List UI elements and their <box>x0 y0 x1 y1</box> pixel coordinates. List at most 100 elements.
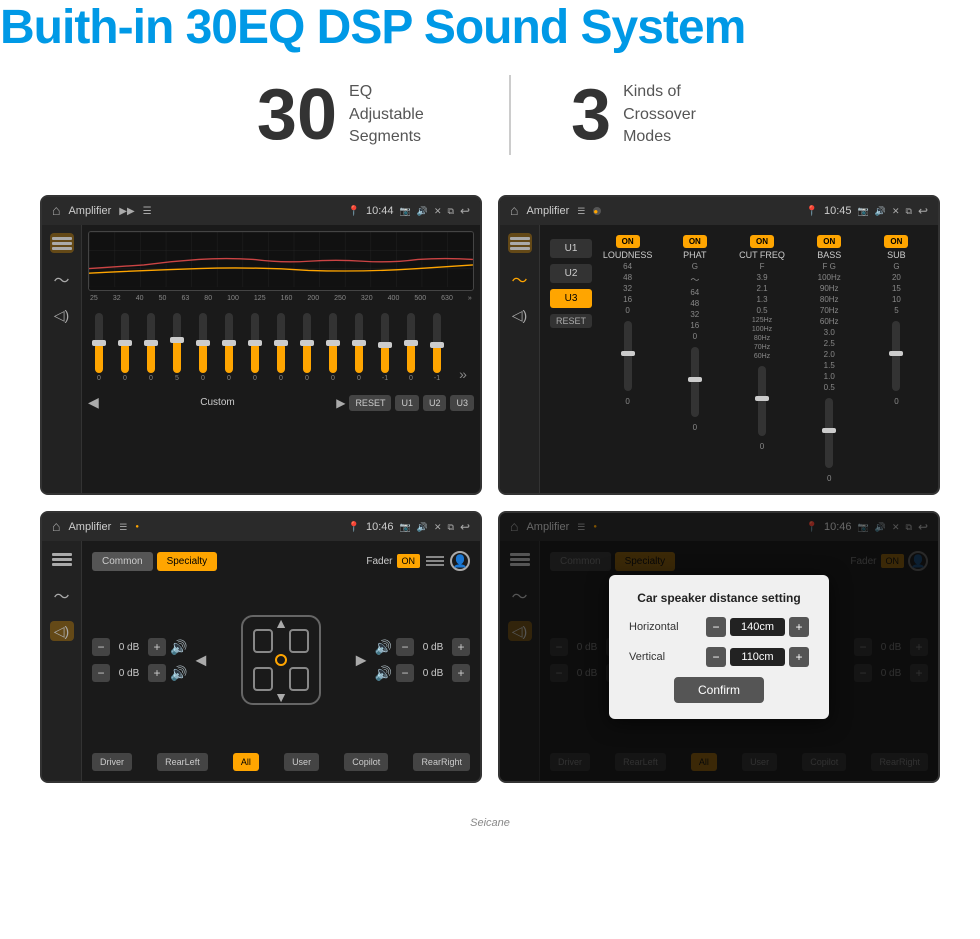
phat-toggle[interactable]: ON <box>683 235 707 248</box>
prev-icon[interactable]: ◀ <box>88 394 99 411</box>
copilot-btn[interactable]: Copilot <box>344 753 388 771</box>
u2-button-1[interactable]: U2 <box>423 395 447 411</box>
phat-slider[interactable] <box>691 347 699 417</box>
bass-vals: 100Hz 90Hz 80Hz 70Hz 60Hz <box>818 273 841 326</box>
seat-rear-right <box>289 667 309 691</box>
time-2: 10:45 <box>824 205 852 217</box>
u3-button-1[interactable]: U3 <box>450 395 474 411</box>
db-minus-tl[interactable]: − <box>92 638 110 656</box>
balance-crosshair[interactable] <box>275 654 287 666</box>
horizontal-value: 140cm <box>730 618 785 636</box>
eq-slider-9: 0 <box>322 313 344 382</box>
dialog-title: Car speaker distance setting <box>629 591 809 605</box>
sub-toggle[interactable]: ON <box>884 235 908 248</box>
db-plus-tr[interactable]: + <box>452 638 470 656</box>
arrow-left[interactable]: ◀ <box>195 652 206 669</box>
speaker-icon-2[interactable]: ◁) <box>508 305 532 325</box>
eq-icon-3[interactable] <box>50 549 74 569</box>
fader-toggle[interactable]: ON <box>397 554 421 568</box>
bass-label: BASS <box>817 250 841 260</box>
db-minus-tr[interactable]: − <box>396 638 414 656</box>
common-tab[interactable]: Common <box>92 552 153 571</box>
eq-sliders: 0 0 0 <box>88 306 474 386</box>
vertical-row: Vertical − 110cm + <box>629 647 809 667</box>
watermark: Seicane <box>0 813 980 833</box>
loudness-toggle[interactable]: ON <box>616 235 640 248</box>
vertical-plus[interactable]: + <box>789 647 809 667</box>
u3-preset[interactable]: U3 <box>550 289 592 308</box>
left-sidebar-2: 〜 ◁) <box>500 225 540 493</box>
horizontal-plus[interactable]: + <box>789 617 809 637</box>
cutfreq-slider[interactable] <box>758 366 766 436</box>
rearright-btn[interactable]: RearRight <box>413 753 470 771</box>
db-plus-bl[interactable]: + <box>148 664 166 682</box>
db-val-br: 0 dB <box>418 668 448 679</box>
home-icon-3[interactable] <box>52 518 60 536</box>
play-icon-2[interactable]: ▶ <box>336 396 345 410</box>
left-sidebar-3: 〜 ◁) <box>42 541 82 781</box>
speaker-icon-3[interactable]: ◁) <box>50 621 74 641</box>
watermark-text: Seicane <box>470 817 510 829</box>
eq-slider-4: 0 <box>192 313 214 382</box>
dup-icon-2: ⧉ <box>906 206 912 217</box>
vertical-minus[interactable]: − <box>706 647 726 667</box>
arrow-down[interactable]: ▼ <box>274 689 288 705</box>
car-diagram-wrapper: ▲ ▼ ◀ ▶ <box>195 615 366 705</box>
back-icon-2[interactable]: ↩ <box>918 204 928 218</box>
arrow-right[interactable]: ▶ <box>356 652 367 669</box>
speaker-tr: 🔊 <box>375 639 392 656</box>
bass-slider[interactable] <box>825 398 833 468</box>
screen-content-1: 〜 ◁) <box>42 225 480 493</box>
wave-icon[interactable]: 〜 <box>50 269 74 289</box>
eq-icon-2[interactable] <box>508 233 532 253</box>
u1-button-1[interactable]: U1 <box>395 395 419 411</box>
home-icon-2[interactable] <box>510 202 518 220</box>
user-btn[interactable]: User <box>284 753 319 771</box>
back-icon[interactable]: ↩ <box>460 204 470 218</box>
loudness-slider[interactable] <box>624 321 632 391</box>
channel-phat: ON PHAT G 〜 64 48 32 16 0 <box>663 235 726 483</box>
sub-slider[interactable] <box>892 321 900 391</box>
db-plus-br[interactable]: + <box>452 664 470 682</box>
db-plus-tl[interactable]: + <box>148 638 166 656</box>
crossover-channels: ON LOUDNESS 64 48 32 16 0 <box>596 235 928 483</box>
channel-loudness: ON LOUDNESS 64 48 32 16 0 <box>596 235 659 483</box>
status-right-2: 📍 10:45 📷 🔊 ✕ ⧉ ↩ <box>806 204 928 218</box>
sub-label: SUB <box>887 250 906 260</box>
horizontal-minus[interactable]: − <box>706 617 726 637</box>
app-title-3: Amplifier <box>68 521 111 533</box>
location-icon-3: 📍 <box>348 522 360 533</box>
bass-toggle[interactable]: ON <box>817 235 841 248</box>
wave-icon-2[interactable]: 〜 <box>508 269 532 289</box>
eq-slider-10: 0 <box>348 313 370 382</box>
eq-icon[interactable] <box>50 233 74 253</box>
u2-preset[interactable]: U2 <box>550 264 592 283</box>
app-title-2: Amplifier <box>526 205 569 217</box>
home-icon[interactable] <box>52 202 60 220</box>
stat-eq: 30 EQ AdjustableSegments <box>197 79 509 151</box>
rearleft-btn[interactable]: RearLeft <box>157 753 208 771</box>
wave-icon-3[interactable]: 〜 <box>50 585 74 605</box>
eq-slider-11: -1 <box>374 313 396 382</box>
screenshot-grid: Amplifier ▶ ☰ 📍 10:44 📷 🔊 ✕ ⧉ ↩ <box>0 185 980 813</box>
db-row-br: 🔊 − 0 dB + <box>375 664 470 682</box>
u1-preset[interactable]: U1 <box>550 239 592 258</box>
driver-btn[interactable]: Driver <box>92 753 132 771</box>
cutfreq-toggle[interactable]: ON <box>750 235 774 248</box>
all-btn[interactable]: All <box>233 753 259 771</box>
play-icon: ▶ <box>119 206 134 217</box>
speaker-icon[interactable]: ◁) <box>50 305 74 325</box>
phat-label: PHAT <box>683 250 706 260</box>
back-icon-3[interactable]: ↩ <box>460 520 470 534</box>
status-bar-2: Amplifier ☰ ● 📍 10:45 📷 🔊 ✕ ⧉ ↩ <box>500 197 938 225</box>
db-minus-bl[interactable]: − <box>92 664 110 682</box>
specialty-tab[interactable]: Specialty <box>157 552 218 571</box>
reset-button-1[interactable]: RESET <box>349 395 391 411</box>
stat-crossover-number: 3 <box>571 79 611 151</box>
camera-icon: 📷 <box>400 206 411 217</box>
fader-control: Fader ON 👤 <box>366 551 470 571</box>
reset-crossover[interactable]: RESET <box>550 314 592 328</box>
confirm-button[interactable]: Confirm <box>674 677 764 703</box>
eq-slider-6: 0 <box>244 313 266 382</box>
db-minus-br[interactable]: − <box>396 664 414 682</box>
